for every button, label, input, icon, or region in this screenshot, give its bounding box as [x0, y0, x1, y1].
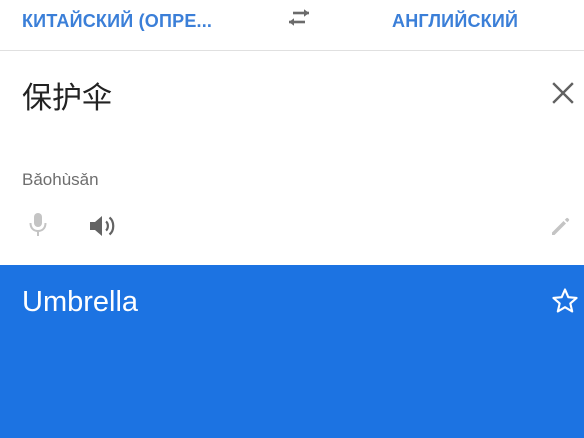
language-bar: КИТАЙСКИЙ (ОПРЕ... АНГЛИЙСКИЙ — [0, 0, 584, 51]
star-outline-icon[interactable] — [551, 287, 579, 315]
translate-app: КИТАЙСКИЙ (ОПРЕ... АНГЛИЙСКИЙ 保护伞 Bǎohùs… — [0, 0, 584, 438]
close-icon[interactable] — [551, 81, 575, 105]
microphone-icon[interactable] — [26, 211, 50, 239]
transliteration-text: Bǎohùsǎn — [22, 170, 99, 189]
translation-result-panel: Umbrella — [0, 265, 584, 438]
source-language-button[interactable]: КИТАЙСКИЙ (ОПРЕ... — [22, 11, 212, 32]
swap-arrows-icon[interactable] — [284, 8, 314, 34]
translated-text: Umbrella — [22, 286, 139, 318]
target-language-button[interactable]: АНГЛИЙСКИЙ — [392, 11, 518, 32]
speaker-icon[interactable] — [88, 213, 118, 239]
input-area[interactable]: 保护伞 Bǎohùsǎn — [0, 51, 584, 265]
pencil-icon[interactable] — [549, 216, 571, 238]
source-text[interactable]: 保护伞 — [22, 73, 112, 117]
